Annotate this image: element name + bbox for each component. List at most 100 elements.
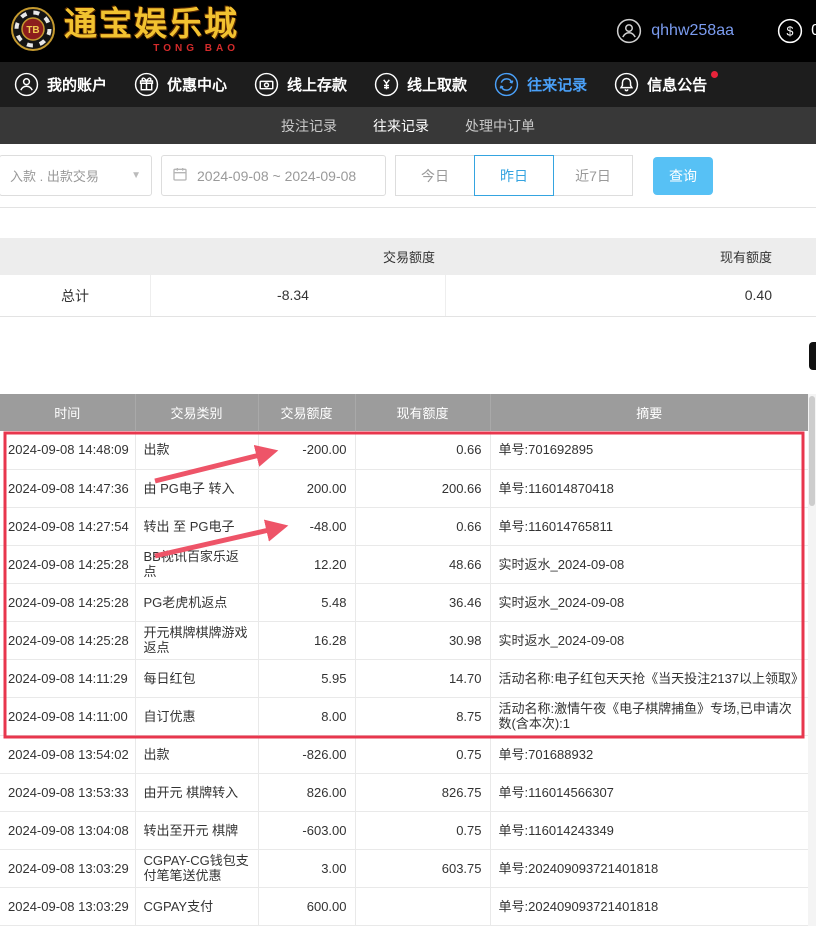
nav-item-withdraw[interactable]: 线上取款 xyxy=(374,72,467,97)
cell-type: 每日红包 xyxy=(135,659,258,697)
cell-balance: 0.75 xyxy=(355,811,490,849)
table-header-row: 时间 交易类别 交易额度 现有额度 摘要 xyxy=(0,394,808,431)
cell-amount: -826.00 xyxy=(258,735,355,773)
table-row: 2024-09-08 14:11:00自订优惠8.008.75活动名称:激情午夜… xyxy=(0,697,808,735)
header-amount: 交易额度 xyxy=(258,394,355,431)
transactions-body: 2024-09-08 14:48:09出款-200.000.66单号:70169… xyxy=(0,431,808,925)
cell-amount: 200.00 xyxy=(258,469,355,507)
cell-balance xyxy=(355,887,490,925)
side-widget-edge[interactable] xyxy=(809,342,816,370)
cell-balance: 0.75 xyxy=(355,735,490,773)
cell-summary: 单号:116014243349 xyxy=(490,811,808,849)
top-header: TB 通宝娱乐城 TONG BAO qhhw258aa $ 0 xyxy=(0,0,816,62)
cell-type: CGPAY支付 xyxy=(135,887,258,925)
summary-total-amount: -8.34 xyxy=(150,275,445,316)
cell-type: 转出 至 PG电子 xyxy=(135,507,258,545)
withdraw-icon xyxy=(374,72,399,97)
summary-section: 交易额度 现有额度 总计 -8.34 0.40 xyxy=(0,238,816,317)
cell-summary: 单号:116014870418 xyxy=(490,469,808,507)
cell-summary: 单号:701692895 xyxy=(490,431,808,469)
calendar-icon xyxy=(172,166,188,185)
date-range-value: 2024-09-08 ~ 2024-09-08 xyxy=(197,168,356,184)
summary-total-label: 总计 xyxy=(0,286,150,306)
query-button[interactable]: 查询 xyxy=(653,157,713,195)
summary-balance-header: 现有额度 xyxy=(445,247,816,266)
cell-amount: 12.20 xyxy=(258,545,355,583)
cell-amount: -200.00 xyxy=(258,431,355,469)
nav-label: 优惠中心 xyxy=(167,74,227,95)
site-logo[interactable]: TB 通宝娱乐城 TONG BAO xyxy=(10,6,239,57)
transfer-records-icon xyxy=(494,72,519,97)
chevron-down-icon: ▼ xyxy=(131,170,141,181)
today-button[interactable]: 今日 xyxy=(395,155,475,196)
date-range-input[interactable]: 2024-09-08 ~ 2024-09-08 xyxy=(161,155,386,196)
nav-item-deposit[interactable]: 线上存款 xyxy=(254,72,347,97)
transaction-type-value: 入款 . 出款交易 xyxy=(10,166,99,185)
cell-time: 2024-09-08 14:25:28 xyxy=(0,583,135,621)
header-type: 交易类别 xyxy=(135,394,258,431)
nav-label: 线上存款 xyxy=(287,74,347,95)
logo-subtext: TONG BAO xyxy=(153,44,239,54)
cell-amount: 600.00 xyxy=(258,887,355,925)
cell-balance: 826.75 xyxy=(355,773,490,811)
nav-item-my-account[interactable]: 我的账户 xyxy=(14,72,107,97)
account-menu[interactable]: qhhw258aa xyxy=(616,18,734,44)
cell-time: 2024-09-08 14:48:09 xyxy=(0,431,135,469)
nav-label: 线上取款 xyxy=(407,74,467,95)
cell-summary: 单号:202409093721401818 xyxy=(490,849,808,887)
cell-summary: 实时返水_2024-09-08 xyxy=(490,545,808,583)
summary-amount-header: 交易额度 xyxy=(150,247,445,266)
cell-type: 由开元 棋牌转入 xyxy=(135,773,258,811)
nav-label: 信息公告 xyxy=(647,74,707,95)
cell-summary: 活动名称:电子红包天天抢《当天投注2137以上领取》 xyxy=(490,659,808,697)
cell-time: 2024-09-08 14:47:36 xyxy=(0,469,135,507)
cell-time: 2024-09-08 13:54:02 xyxy=(0,735,135,773)
transaction-type-select[interactable]: 入款 . 出款交易 ▼ xyxy=(0,155,152,196)
tab-transfer-records[interactable]: 往来记录 xyxy=(373,116,429,136)
cell-type: 开元棋牌棋牌游戏返点 xyxy=(135,621,258,659)
nav-label: 我的账户 xyxy=(47,74,107,95)
last-7-days-button[interactable]: 近7日 xyxy=(553,155,633,196)
cell-balance: 36.46 xyxy=(355,583,490,621)
deposit-icon xyxy=(254,72,279,97)
cell-amount: 5.95 xyxy=(258,659,355,697)
cell-type: 由 PG电子 转入 xyxy=(135,469,258,507)
cell-summary: 单号:116014566307 xyxy=(490,773,808,811)
cell-amount: 8.00 xyxy=(258,697,355,735)
cell-summary: 活动名称:激情午夜《电子棋牌捕鱼》专场,已申请次数(含本次):1 xyxy=(490,697,808,735)
cell-amount: 5.48 xyxy=(258,583,355,621)
wallet-balance[interactable]: $ 0 xyxy=(777,18,816,44)
cell-balance: 603.75 xyxy=(355,849,490,887)
logo-text: 通宝娱乐城 xyxy=(64,9,239,42)
tab-betting-records[interactable]: 投注记录 xyxy=(281,116,337,136)
quick-date-group: 今日 昨日 近7日 xyxy=(396,155,633,196)
cell-summary: 单号:116014765811 xyxy=(490,507,808,545)
cell-type: 转出至开元 棋牌 xyxy=(135,811,258,849)
bell-icon xyxy=(614,72,639,97)
tab-processing-orders[interactable]: 处理中订单 xyxy=(465,116,535,136)
nav-item-announcements[interactable]: 信息公告 xyxy=(614,72,707,97)
cell-amount: -48.00 xyxy=(258,507,355,545)
yesterday-button[interactable]: 昨日 xyxy=(474,155,554,196)
nav-label: 往来记录 xyxy=(527,74,587,95)
summary-total-balance: 0.40 xyxy=(445,275,816,316)
summary-total-row: 总计 -8.34 0.40 xyxy=(0,275,816,317)
summary-header-row: 交易额度 现有额度 xyxy=(0,238,816,275)
dollar-icon: $ xyxy=(777,18,803,44)
cell-type: PG老虎机返点 xyxy=(135,583,258,621)
nav-item-transactions[interactable]: 往来记录 xyxy=(494,72,587,97)
header-time: 时间 xyxy=(0,394,135,431)
table-row: 2024-09-08 13:03:29CGPAY支付600.00单号:20240… xyxy=(0,887,808,925)
nav-item-promotions[interactable]: 优惠中心 xyxy=(134,72,227,97)
notification-dot xyxy=(711,71,718,78)
cell-summary: 实时返水_2024-09-08 xyxy=(490,621,808,659)
scrollbar-thumb[interactable] xyxy=(809,396,815,506)
table-scrollbar[interactable] xyxy=(808,394,816,926)
cell-type: CGPAY-CG钱包支付笔笔送优惠 xyxy=(135,849,258,887)
header-balance: 现有额度 xyxy=(355,394,490,431)
cell-summary: 单号:701688932 xyxy=(490,735,808,773)
table-row: 2024-09-08 14:25:28BB视讯百家乐返点12.2048.66实时… xyxy=(0,545,808,583)
cell-summary: 单号:202409093721401818 xyxy=(490,887,808,925)
table-row: 2024-09-08 14:27:54转出 至 PG电子-48.000.66单号… xyxy=(0,507,808,545)
table-row: 2024-09-08 13:03:29CGPAY-CG钱包支付笔笔送优惠3.00… xyxy=(0,849,808,887)
